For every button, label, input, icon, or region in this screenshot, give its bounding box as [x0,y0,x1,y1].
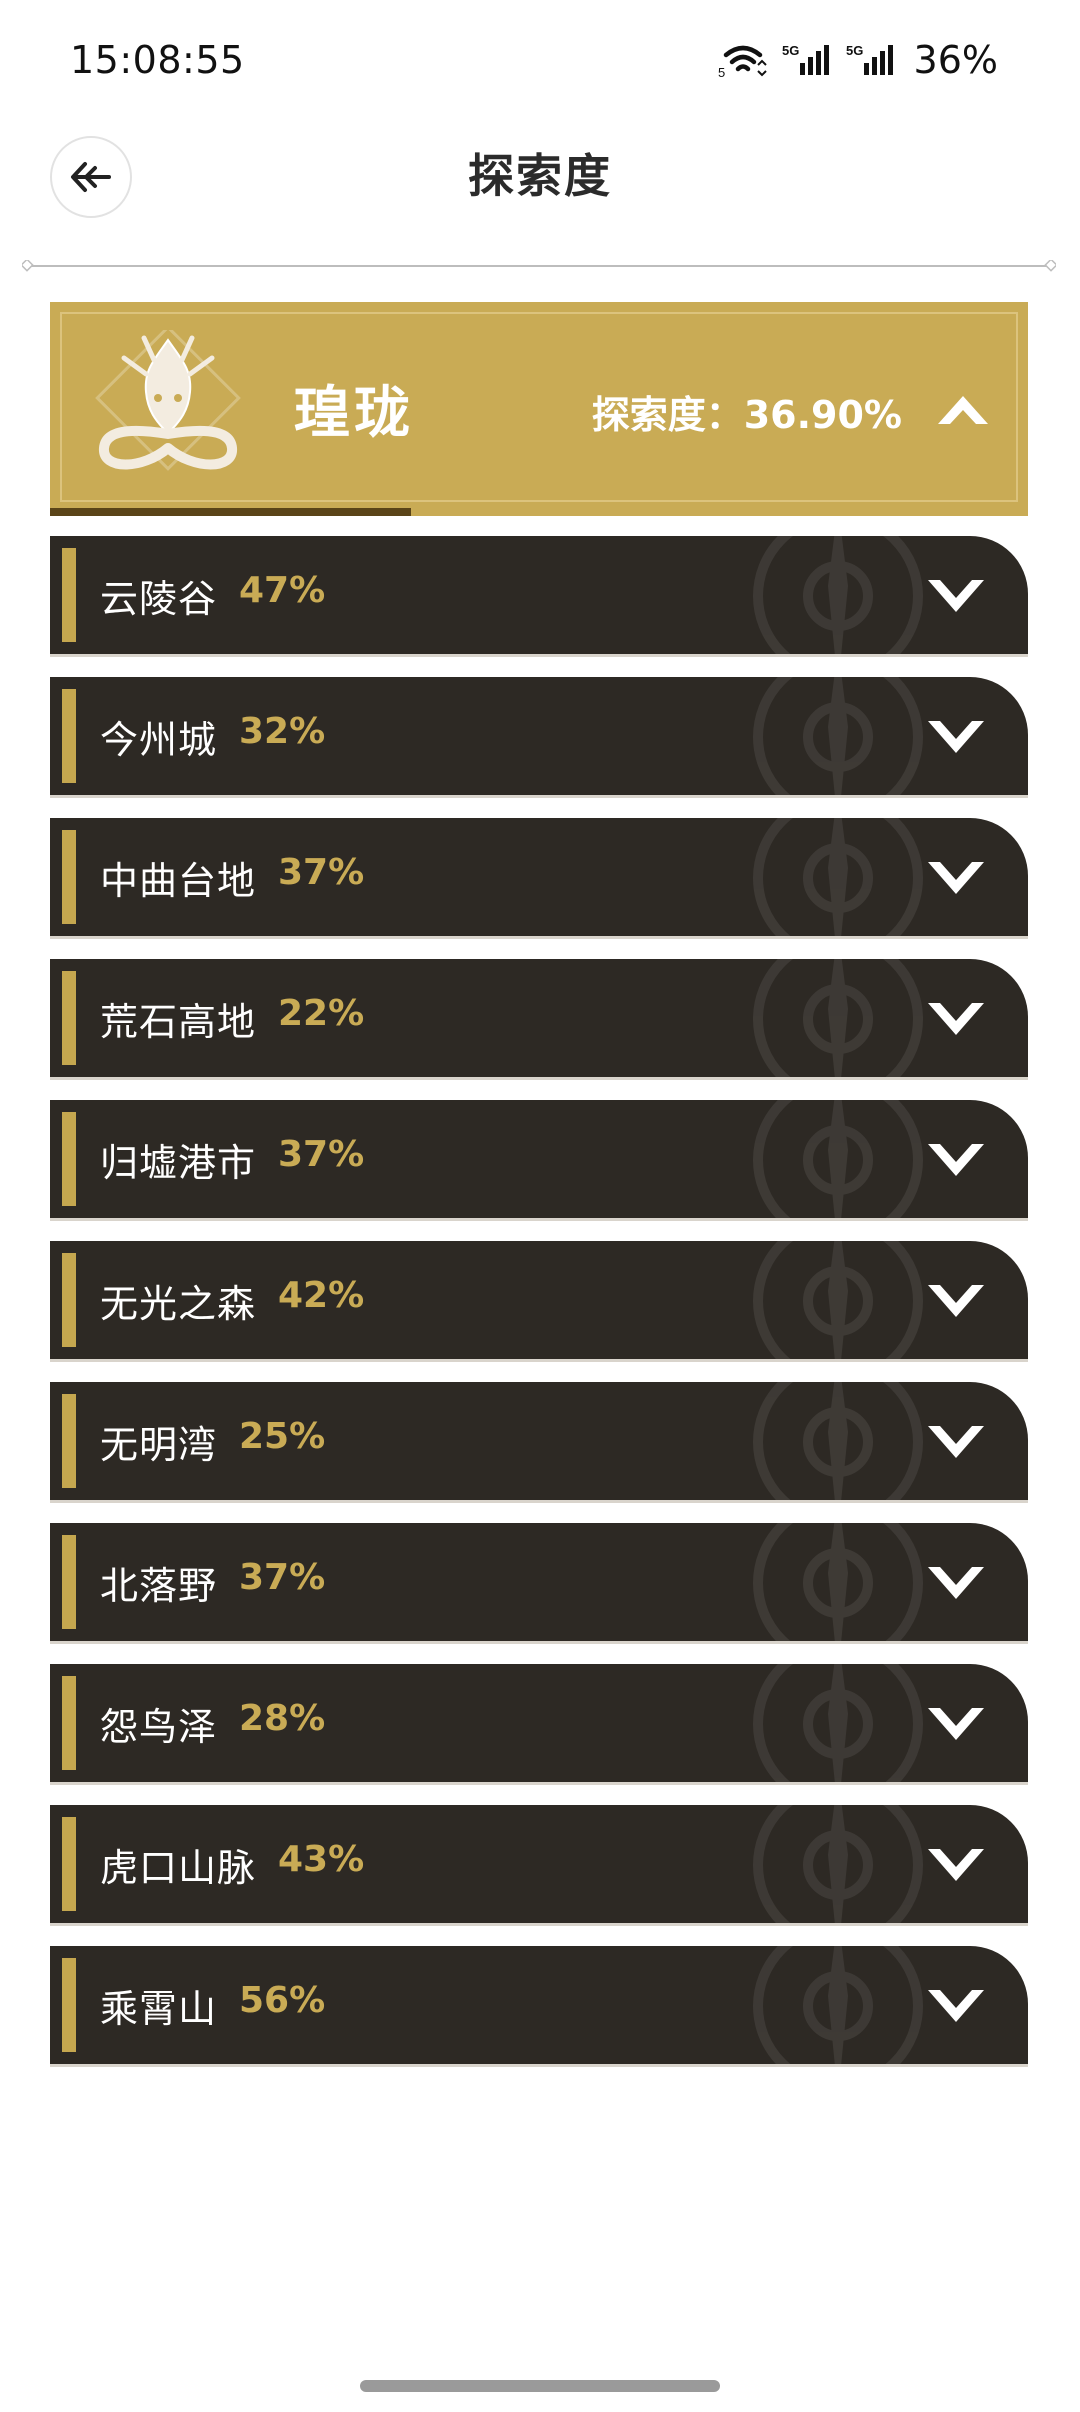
area-accent-bar [62,1394,76,1488]
signal-sim1-icon: 5G [782,43,832,77]
area-name: 云陵谷 [100,577,218,621]
wifi-icon: 5 [718,45,767,77]
dragon-emblem-icon [95,330,241,471]
region-name: 瑝珑 [294,381,414,446]
chevron-down-icon[interactable] [926,715,986,759]
area-accent-bar [62,1817,76,1911]
battery-percent: 36% [913,38,998,82]
area-percent: 47% [239,570,326,611]
area-row[interactable]: 云陵谷 47% [50,536,1028,657]
area-accent-bar [62,689,76,783]
area-name: 归墟港市 [100,1141,257,1185]
area-name: 中曲台地 [100,859,257,903]
area-accent-bar [62,830,76,924]
chevron-down-icon[interactable] [926,574,986,618]
page-title: 探索度 [468,149,612,203]
area-row[interactable]: 怨鸟泽 28% [50,1664,1028,1785]
area-row[interactable]: 无光之森 42% [50,1241,1028,1362]
area-percent: 56% [239,1980,326,2021]
area-percent: 37% [278,852,365,893]
page-header: 探索度 [0,120,1080,250]
area-name: 无光之森 [100,1282,257,1326]
status-bar: 15:08:55 5 5G 5G 36% [0,0,1080,120]
area-accent-bar [62,1676,76,1770]
area-row[interactable]: 无明湾 25% [50,1382,1028,1503]
area-percent: 37% [278,1134,365,1175]
chevron-down-icon[interactable] [926,1984,986,2028]
area-name: 乘霄山 [100,1987,218,2031]
area-percent: 25% [239,1416,326,1457]
area-row[interactable]: 乘霄山 56% [50,1946,1028,2067]
status-time: 15:08:55 [70,38,245,82]
area-accent-bar [62,1253,76,1347]
area-percent: 43% [278,1839,365,1880]
area-name: 今州城 [100,718,218,762]
area-accent-bar [62,1958,76,2052]
area-percent: 37% [239,1557,326,1598]
area-percent: 32% [239,711,326,752]
signal-sim2-icon: 5G [846,43,896,77]
chevron-up-icon[interactable] [934,388,992,428]
wifi-band-label: 5 [718,65,725,77]
area-row[interactable]: 虎口山脉 43% [50,1805,1028,1926]
header-divider [22,260,1056,272]
area-name: 虎口山脉 [100,1846,257,1890]
chevron-down-icon[interactable] [926,1702,986,1746]
area-row[interactable]: 荒石高地 22% [50,959,1028,1080]
area-row[interactable]: 今州城 32% [50,677,1028,798]
chevron-down-icon[interactable] [926,1561,986,1605]
chevron-down-icon[interactable] [926,856,986,900]
chevron-down-icon[interactable] [926,1138,986,1182]
area-accent-bar [62,548,76,642]
area-row[interactable]: 中曲台地 37% [50,818,1028,939]
area-row[interactable]: 北落野 37% [50,1523,1028,1644]
area-row[interactable]: 归墟港市 37% [50,1100,1028,1221]
area-name: 无明湾 [100,1423,218,1467]
region-header-card[interactable]: 瑝珑 探索度：36.90% [50,302,1028,516]
area-name: 北落野 [100,1564,218,1608]
area-accent-bar [62,971,76,1065]
region-progress-label: 探索度：36.90% [591,393,902,437]
home-indicator[interactable] [360,2380,720,2392]
sim2-label: 5G [846,43,863,58]
chevron-down-icon[interactable] [926,997,986,1041]
area-name: 怨鸟泽 [100,1705,218,1749]
status-icons: 5 5G 5G 36% [718,38,998,82]
area-percent: 42% [278,1275,365,1316]
area-accent-bar [62,1535,76,1629]
chevron-down-icon[interactable] [926,1279,986,1323]
chevron-down-icon[interactable] [926,1843,986,1887]
chevron-down-icon[interactable] [926,1420,986,1464]
area-name: 荒石高地 [100,1000,257,1044]
region-progress-bar [50,508,411,516]
area-percent: 22% [278,993,365,1034]
sim1-label: 5G [782,43,799,58]
area-percent: 28% [239,1698,326,1739]
area-accent-bar [62,1112,76,1206]
